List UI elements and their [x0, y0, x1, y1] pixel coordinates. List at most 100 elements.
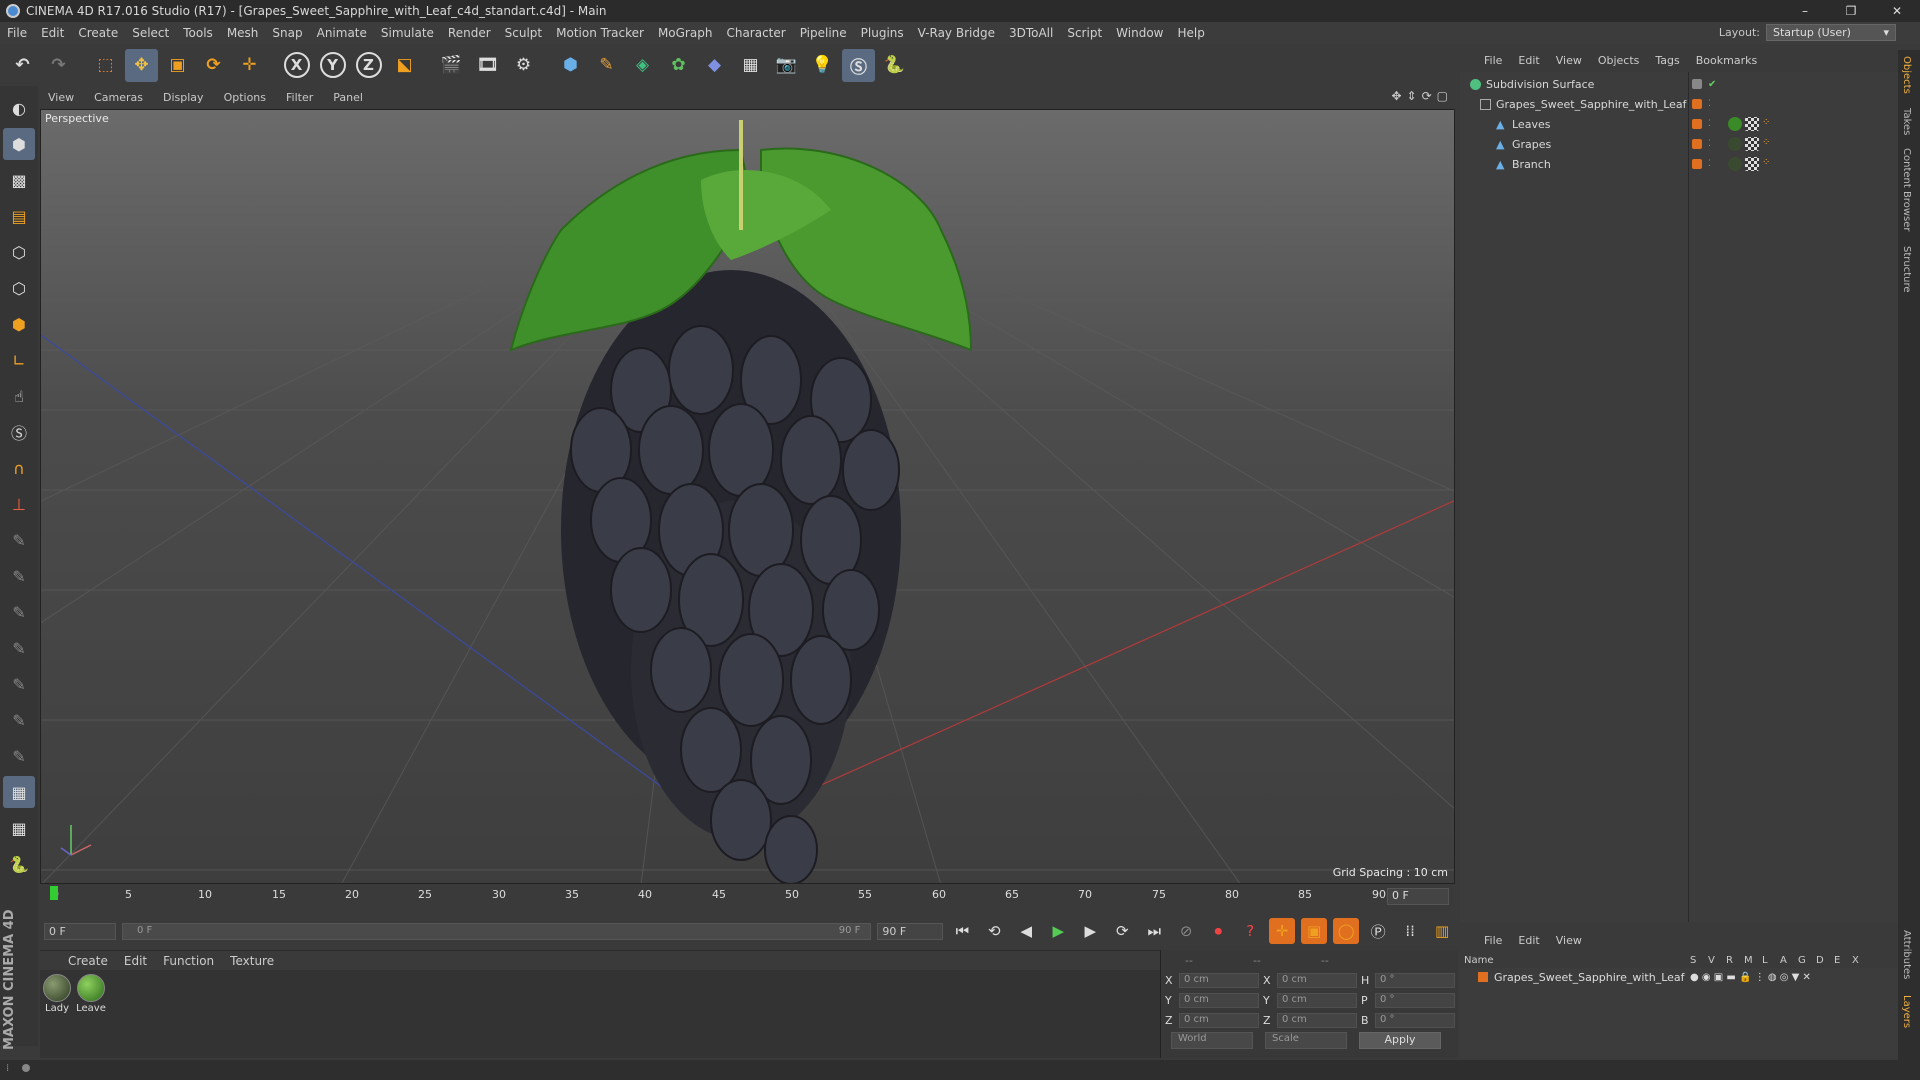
viewport-menu-filter[interactable]: Filter — [276, 91, 323, 104]
sculpt-brush-6-button[interactable]: ✎ — [3, 704, 35, 736]
close-button[interactable]: ✕ — [1874, 0, 1920, 22]
maximize-view-icon[interactable]: ▢ — [1437, 89, 1448, 103]
render-picture-viewer-button[interactable]: 🎞 — [471, 49, 504, 82]
menu-help[interactable]: Help — [1170, 26, 1211, 40]
python-console-button[interactable]: 🐍 — [3, 848, 35, 880]
layer-toggle-icons[interactable]: ● ◉ ▣ ▬ 🔒 ⋮ ◍ ◎ ▼ ✕ — [1690, 972, 1811, 983]
key-scale-button[interactable]: ▣ — [1301, 918, 1328, 944]
size-x-field[interactable]: 0 cm — [1277, 972, 1357, 988]
model-mode-button[interactable]: ⬢ — [3, 128, 35, 160]
rotation-b-field[interactable]: 0 ° — [1375, 1012, 1455, 1028]
visibility-dots-icon[interactable]: ⁚ — [1708, 159, 1711, 169]
material-tag-icon[interactable] — [1728, 157, 1742, 171]
menu-tools[interactable]: Tools — [176, 26, 220, 40]
material-tag-icon[interactable] — [1728, 137, 1742, 151]
material-menu-texture[interactable]: Texture — [222, 954, 282, 968]
pan-icon[interactable]: ✥ — [1391, 89, 1401, 103]
position-y-field[interactable]: 0 cm — [1179, 992, 1259, 1008]
menu-3dtoall[interactable]: 3DToAll — [1002, 26, 1060, 40]
visibility-dots-icon[interactable]: ⁚ — [1708, 119, 1711, 129]
viewport-menu-panel[interactable]: Panel — [323, 91, 373, 104]
keyframe-help-button[interactable]: ? — [1237, 918, 1263, 944]
current-frame-field[interactable]: 0 F — [1387, 888, 1449, 905]
menu-vray-bridge[interactable]: V-Ray Bridge — [911, 26, 1002, 40]
next-frame-button[interactable]: ▶ — [1077, 918, 1103, 944]
selection-tag-icon[interactable]: ⁘ — [1762, 137, 1776, 151]
sculpt-brush-7-button[interactable]: ✎ — [3, 740, 35, 772]
menu-pipeline[interactable]: Pipeline — [793, 26, 854, 40]
key-pla-button[interactable]: ⁞⁞ — [1397, 918, 1423, 944]
visibility-dots-icon[interactable]: ⁚ — [1708, 139, 1711, 149]
sculpt-brush-4-button[interactable]: ✎ — [3, 632, 35, 664]
camera-button[interactable]: 📷 — [770, 49, 803, 82]
scale-dropdown[interactable]: Scale — [1265, 1032, 1347, 1049]
menu-window[interactable]: Window — [1109, 26, 1170, 40]
key-parameter-button[interactable]: Ⓟ — [1365, 918, 1391, 944]
make-editable-button[interactable]: ◐ — [3, 92, 35, 124]
script-s-button[interactable]: Ⓢ — [842, 48, 875, 82]
tab-layers[interactable]: Layers — [1901, 995, 1912, 1028]
scale-tool-button[interactable]: ▣ — [161, 49, 194, 82]
tab-content-browser[interactable]: Content Browser — [1901, 148, 1912, 231]
z-axis-lock-button[interactable]: Z — [352, 49, 385, 82]
points-mode-button[interactable]: ⬡ — [3, 236, 35, 268]
selection-tag-icon[interactable]: ⁘ — [1762, 157, 1776, 171]
layer-swatch[interactable] — [1692, 99, 1702, 109]
viewport-menu-display[interactable]: Display — [153, 91, 214, 104]
previous-key-button[interactable]: ⟲ — [981, 918, 1007, 944]
size-z-field[interactable]: 0 cm — [1277, 1012, 1357, 1028]
previous-frame-button[interactable]: ◀ — [1013, 918, 1039, 944]
check-icon[interactable]: ✔ — [1708, 79, 1716, 90]
render-view-button[interactable]: 🎬 — [435, 49, 468, 82]
object-manager-divider[interactable] — [1688, 72, 1689, 922]
scene-floor-button[interactable]: ▦ — [734, 49, 767, 82]
workplane-mode-button[interactable]: ▤ — [3, 200, 35, 232]
layer-swatch[interactable] — [1692, 139, 1702, 149]
size-y-field[interactable]: 0 cm — [1277, 992, 1357, 1008]
position-z-field[interactable]: 0 cm — [1179, 1012, 1259, 1028]
deformer-button[interactable]: ◆ — [698, 49, 731, 82]
mograph-cloner-button[interactable]: ✿ — [662, 49, 695, 82]
uvw-tag-icon[interactable] — [1745, 137, 1759, 151]
menu-file[interactable]: File — [0, 26, 34, 40]
axis-mode-button[interactable]: ∟ — [3, 344, 35, 376]
menu-sculpt[interactable]: Sculpt — [498, 26, 549, 40]
viewport-menu-options[interactable]: Options — [214, 91, 276, 104]
viewport-menu-view[interactable]: View — [38, 91, 84, 104]
layer-menu-edit[interactable]: Edit — [1510, 934, 1547, 947]
record-keys-button[interactable]: ⊘ — [1173, 918, 1199, 944]
frame-range-slider[interactable]: 0 F 90 F — [121, 922, 872, 940]
go-to-end-button[interactable]: ⏭ — [1141, 918, 1167, 944]
cube-primitive-button[interactable]: ⬢ — [554, 49, 587, 82]
menu-create[interactable]: Create — [71, 26, 125, 40]
spline-pen-button[interactable]: ✎ — [590, 49, 623, 82]
restore-button[interactable]: ❐ — [1828, 0, 1874, 22]
selection-tag-icon[interactable]: ⁘ — [1762, 117, 1776, 131]
menu-script[interactable]: Script — [1060, 26, 1109, 40]
uvw-tag-icon[interactable] — [1745, 157, 1759, 171]
y-axis-lock-button[interactable]: Y — [316, 49, 349, 82]
grid-snap-button[interactable]: ▦ — [3, 812, 35, 844]
layer-menu-file[interactable]: File — [1476, 934, 1510, 947]
menu-character[interactable]: Character — [719, 26, 792, 40]
material-item[interactable]: Leave — [76, 974, 106, 1014]
dolly-icon[interactable]: ⇕ — [1407, 89, 1417, 103]
material-menu-edit[interactable]: Edit — [116, 954, 155, 968]
menu-render[interactable]: Render — [441, 26, 498, 40]
next-key-button[interactable]: ⟳ — [1109, 918, 1135, 944]
key-rotation-button[interactable]: ◯ — [1333, 918, 1360, 944]
snap-button[interactable]: Ⓢ — [3, 416, 35, 448]
light-button[interactable]: 💡 — [806, 49, 839, 82]
tab-takes[interactable]: Takes — [1901, 108, 1912, 135]
sculpt-brush-3-button[interactable]: ✎ — [3, 596, 35, 628]
layer-swatch[interactable] — [1692, 159, 1702, 169]
material-menu-function[interactable]: Function — [155, 954, 222, 968]
magnet-button[interactable]: ∩ — [3, 452, 35, 484]
object-row[interactable]: Subdivision Surface ✔ — [1460, 74, 1898, 94]
menu-simulate[interactable]: Simulate — [374, 26, 441, 40]
timeline-ruler[interactable]: 0 5 10 15 20 25 30 35 40 45 50 55 60 65 … — [40, 884, 1455, 912]
apply-button[interactable]: Apply — [1359, 1032, 1441, 1049]
transform-tool-button[interactable]: ✛ — [233, 49, 266, 82]
layer-menu-view[interactable]: View — [1548, 934, 1590, 947]
play-button[interactable]: ▶ — [1045, 918, 1071, 944]
